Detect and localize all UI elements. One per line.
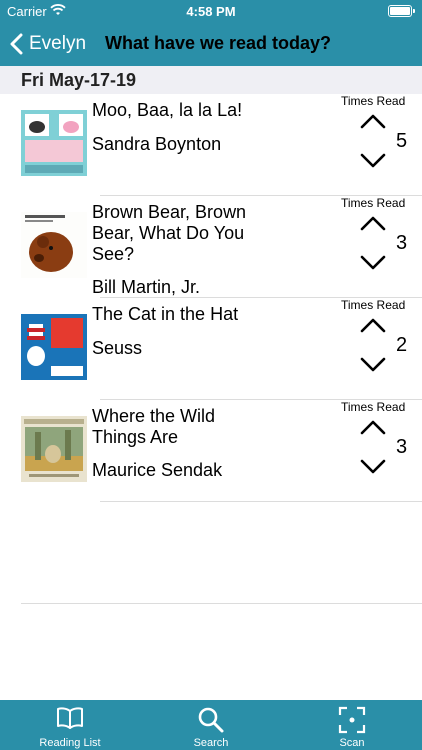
book-row[interactable]: Where the Wild Things Are Maurice Sendak… xyxy=(0,400,422,502)
book-row[interactable]: Brown Bear, Brown Bear, What Do You See?… xyxy=(0,196,422,298)
book-icon xyxy=(56,706,84,735)
times-read-label: Times Read xyxy=(341,94,406,108)
times-read-count: 5 xyxy=(396,130,408,152)
chevron-down-icon xyxy=(360,357,386,372)
book-title: Moo, Baa, la la La! xyxy=(92,100,243,120)
tab-label: Search xyxy=(193,737,229,749)
book-author: Bill Martin, Jr. xyxy=(92,277,201,297)
scan-icon xyxy=(338,706,366,739)
chevron-down-icon xyxy=(360,255,386,270)
times-read-label: Times Read xyxy=(341,298,406,312)
decrement-button[interactable] xyxy=(360,152,386,170)
book-author: Seuss xyxy=(92,338,143,358)
decrement-button[interactable] xyxy=(360,254,386,272)
chevron-up-icon xyxy=(360,216,386,231)
empty-row-separator xyxy=(21,603,422,604)
book-author: Sandra Boynton xyxy=(92,134,222,154)
book-title: Brown Bear, Brown Bear, What Do You See? xyxy=(92,202,247,264)
search-icon xyxy=(197,706,225,739)
chevron-up-icon xyxy=(360,420,386,435)
status-bar: Carrier 4:58 PM xyxy=(0,0,422,22)
decrement-button[interactable] xyxy=(360,458,386,476)
book-cover-image xyxy=(21,314,87,380)
tab-label: Scan xyxy=(339,737,365,749)
book-row[interactable]: The Cat in the Hat Seuss Times Read 2 xyxy=(0,298,422,400)
increment-button[interactable] xyxy=(360,112,386,130)
book-cover-image xyxy=(21,416,87,482)
tab-reading-list[interactable]: Reading List xyxy=(0,700,140,750)
chevron-down-icon xyxy=(360,153,386,168)
status-time: 4:58 PM xyxy=(186,4,236,19)
back-button[interactable]: Evelyn xyxy=(10,30,86,58)
chevron-down-icon xyxy=(360,459,386,474)
date-section-header: Fri May-17-19 xyxy=(0,66,422,94)
book-cover-image xyxy=(21,212,87,278)
times-read-count: 3 xyxy=(396,436,408,458)
increment-button[interactable] xyxy=(360,418,386,436)
book-title: Where the Wild Things Are xyxy=(92,406,216,447)
book-title: The Cat in the Hat xyxy=(92,304,239,324)
chevron-left-icon xyxy=(10,33,23,55)
tab-bar: Reading List Search Scan xyxy=(0,700,422,750)
decrement-button[interactable] xyxy=(360,356,386,374)
tab-search[interactable]: Search xyxy=(141,700,281,750)
chevron-up-icon xyxy=(360,114,386,129)
date-label: Fri May-17-19 xyxy=(21,70,137,90)
chevron-up-icon xyxy=(360,318,386,333)
book-row[interactable]: Moo, Baa, la la La! Sandra Boynton Times… xyxy=(0,94,422,196)
increment-button[interactable] xyxy=(360,316,386,334)
increment-button[interactable] xyxy=(360,214,386,232)
page-title: What have we read today? xyxy=(105,33,332,53)
tab-scan[interactable]: Scan xyxy=(282,700,422,750)
battery-icon xyxy=(388,5,415,17)
navigation-bar: Evelyn What have we read today? xyxy=(0,22,422,66)
tab-label: Reading List xyxy=(39,737,101,749)
book-cover-image xyxy=(21,110,87,176)
times-read-count: 2 xyxy=(396,334,408,356)
times-read-count: 3 xyxy=(396,232,408,254)
book-author: Maurice Sendak xyxy=(92,460,223,480)
times-read-label: Times Read xyxy=(341,196,406,210)
times-read-label: Times Read xyxy=(341,400,406,414)
row-separator xyxy=(100,501,422,502)
back-label: Evelyn xyxy=(29,33,87,54)
